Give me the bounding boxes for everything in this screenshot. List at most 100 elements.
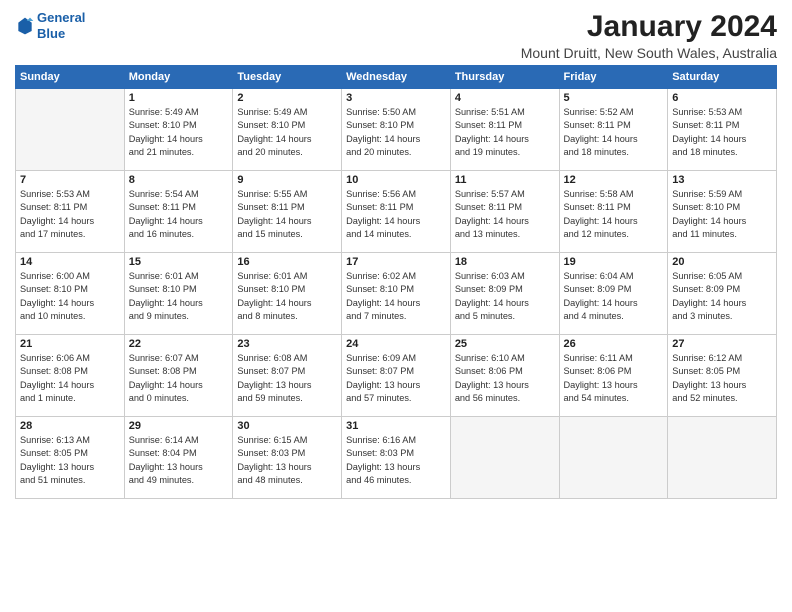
header-thursday: Thursday	[450, 66, 559, 89]
day-info: Sunrise: 6:10 AM Sunset: 8:06 PM Dayligh…	[455, 352, 555, 405]
day-number: 29	[129, 420, 229, 432]
day-cell: 27 Sunrise: 6:12 AM Sunset: 8:05 PM Dayli…	[668, 335, 777, 417]
day-info: Sunrise: 6:02 AM Sunset: 8:10 PM Dayligh…	[346, 270, 446, 323]
day-info: Sunrise: 6:07 AM Sunset: 8:08 PM Dayligh…	[129, 352, 229, 405]
day-info: Sunrise: 5:49 AM Sunset: 8:10 PM Dayligh…	[237, 106, 337, 159]
day-info: Sunrise: 6:16 AM Sunset: 8:03 PM Dayligh…	[346, 434, 446, 487]
day-cell	[668, 417, 777, 499]
header-row: Sunday Monday Tuesday Wednesday Thursday…	[16, 66, 777, 89]
day-info: Sunrise: 6:12 AM Sunset: 8:05 PM Dayligh…	[672, 352, 772, 405]
header-monday: Monday	[124, 66, 233, 89]
day-info: Sunrise: 5:51 AM Sunset: 8:11 PM Dayligh…	[455, 106, 555, 159]
logo-line1: General	[37, 10, 85, 25]
day-cell: 6Sunrise: 5:53 AM Sunset: 8:11 PM Daylig…	[668, 89, 777, 171]
day-number: 25	[455, 338, 555, 350]
week-row-1: 7 Sunrise: 5:53 AM Sunset: 8:11 PM Daylig…	[16, 171, 777, 253]
day-cell: 29Sunrise: 6:14 AM Sunset: 8:04 PM Dayli…	[124, 417, 233, 499]
day-number: 5	[564, 92, 664, 104]
header-friday: Friday	[559, 66, 668, 89]
header-sunday: Sunday	[16, 66, 125, 89]
day-info: Sunrise: 5:53 AM Sunset: 8:11 PM Dayligh…	[20, 188, 120, 241]
day-cell: 17 Sunrise: 6:02 AM Sunset: 8:10 PM Dayli…	[342, 253, 451, 335]
day-cell: 15Sunrise: 6:01 AM Sunset: 8:10 PM Dayli…	[124, 253, 233, 335]
day-number: 2	[237, 92, 337, 104]
day-info: Sunrise: 6:08 AM Sunset: 8:07 PM Dayligh…	[237, 352, 337, 405]
day-info: Sunrise: 5:55 AM Sunset: 8:11 PM Dayligh…	[237, 188, 337, 241]
header-tuesday: Tuesday	[233, 66, 342, 89]
page: General Blue January 2024 Mount Druitt, …	[0, 0, 792, 509]
day-number: 19	[564, 256, 664, 268]
logo: General Blue	[15, 10, 85, 41]
day-info: Sunrise: 6:09 AM Sunset: 8:07 PM Dayligh…	[346, 352, 446, 405]
day-number: 9	[237, 174, 337, 186]
day-number: 4	[455, 92, 555, 104]
day-cell: 4 Sunrise: 5:51 AM Sunset: 8:11 PM Daylig…	[450, 89, 559, 171]
day-info: Sunrise: 6:01 AM Sunset: 8:10 PM Dayligh…	[129, 270, 229, 323]
day-number: 16	[237, 256, 337, 268]
day-cell: 9 Sunrise: 5:55 AM Sunset: 8:11 PM Daylig…	[233, 171, 342, 253]
day-info: Sunrise: 6:11 AM Sunset: 8:06 PM Dayligh…	[564, 352, 664, 405]
day-number: 12	[564, 174, 664, 186]
day-cell: 11Sunrise: 5:57 AM Sunset: 8:11 PM Dayli…	[450, 171, 559, 253]
day-number: 20	[672, 256, 772, 268]
day-info: Sunrise: 5:52 AM Sunset: 8:11 PM Dayligh…	[564, 106, 664, 159]
logo-line2: Blue	[37, 26, 65, 41]
day-cell: 2 Sunrise: 5:49 AM Sunset: 8:10 PM Daylig…	[233, 89, 342, 171]
day-cell: 20 Sunrise: 6:05 AM Sunset: 8:09 PM Dayli…	[668, 253, 777, 335]
day-cell: 13Sunrise: 5:59 AM Sunset: 8:10 PM Dayli…	[668, 171, 777, 253]
day-cell	[559, 417, 668, 499]
day-number: 22	[129, 338, 229, 350]
day-info: Sunrise: 5:58 AM Sunset: 8:11 PM Dayligh…	[564, 188, 664, 241]
day-number: 18	[455, 256, 555, 268]
day-cell: 24 Sunrise: 6:09 AM Sunset: 8:07 PM Dayli…	[342, 335, 451, 417]
day-cell: 28Sunrise: 6:13 AM Sunset: 8:05 PM Dayli…	[16, 417, 125, 499]
day-cell: 26 Sunrise: 6:11 AM Sunset: 8:06 PM Dayli…	[559, 335, 668, 417]
day-info: Sunrise: 6:00 AM Sunset: 8:10 PM Dayligh…	[20, 270, 120, 323]
day-number: 8	[129, 174, 229, 186]
day-number: 14	[20, 256, 120, 268]
day-cell: 3Sunrise: 5:50 AM Sunset: 8:10 PM Daylig…	[342, 89, 451, 171]
day-number: 31	[346, 420, 446, 432]
header: General Blue January 2024 Mount Druitt, …	[15, 10, 777, 61]
day-cell: 21Sunrise: 6:06 AM Sunset: 8:08 PM Dayli…	[16, 335, 125, 417]
day-cell: 25 Sunrise: 6:10 AM Sunset: 8:06 PM Dayli…	[450, 335, 559, 417]
day-number: 1	[129, 92, 229, 104]
calendar-body: 1 Sunrise: 5:49 AM Sunset: 8:10 PM Daylig…	[16, 89, 777, 499]
day-cell: 16 Sunrise: 6:01 AM Sunset: 8:10 PM Dayli…	[233, 253, 342, 335]
day-number: 11	[455, 174, 555, 186]
day-cell: 12 Sunrise: 5:58 AM Sunset: 8:11 PM Dayli…	[559, 171, 668, 253]
day-cell: 19 Sunrise: 6:04 AM Sunset: 8:09 PM Dayli…	[559, 253, 668, 335]
calendar-title: January 2024	[521, 10, 777, 43]
day-number: 27	[672, 338, 772, 350]
day-cell: 10Sunrise: 5:56 AM Sunset: 8:11 PM Dayli…	[342, 171, 451, 253]
day-info: Sunrise: 5:56 AM Sunset: 8:11 PM Dayligh…	[346, 188, 446, 241]
day-cell: 7 Sunrise: 5:53 AM Sunset: 8:11 PM Daylig…	[16, 171, 125, 253]
day-info: Sunrise: 5:50 AM Sunset: 8:10 PM Dayligh…	[346, 106, 446, 159]
day-cell: 30Sunrise: 6:15 AM Sunset: 8:03 PM Dayli…	[233, 417, 342, 499]
day-cell: 31 Sunrise: 6:16 AM Sunset: 8:03 PM Dayli…	[342, 417, 451, 499]
day-cell: 18Sunrise: 6:03 AM Sunset: 8:09 PM Dayli…	[450, 253, 559, 335]
day-number: 17	[346, 256, 446, 268]
day-info: Sunrise: 6:06 AM Sunset: 8:08 PM Dayligh…	[20, 352, 120, 405]
day-info: Sunrise: 6:04 AM Sunset: 8:09 PM Dayligh…	[564, 270, 664, 323]
week-row-3: 21Sunrise: 6:06 AM Sunset: 8:08 PM Dayli…	[16, 335, 777, 417]
day-cell	[16, 89, 125, 171]
logo-text: General Blue	[37, 10, 85, 41]
title-block: January 2024 Mount Druitt, New South Wal…	[521, 10, 777, 61]
day-number: 23	[237, 338, 337, 350]
day-cell: 5 Sunrise: 5:52 AM Sunset: 8:11 PM Daylig…	[559, 89, 668, 171]
header-saturday: Saturday	[668, 66, 777, 89]
day-cell: 14 Sunrise: 6:00 AM Sunset: 8:10 PM Dayli…	[16, 253, 125, 335]
day-number: 13	[672, 174, 772, 186]
week-row-0: 1 Sunrise: 5:49 AM Sunset: 8:10 PM Daylig…	[16, 89, 777, 171]
day-info: Sunrise: 6:01 AM Sunset: 8:10 PM Dayligh…	[237, 270, 337, 323]
day-cell: 8 Sunrise: 5:54 AM Sunset: 8:11 PM Daylig…	[124, 171, 233, 253]
calendar-table: Sunday Monday Tuesday Wednesday Thursday…	[15, 65, 777, 499]
day-number: 7	[20, 174, 120, 186]
day-cell: 1Sunrise: 5:49 AM Sunset: 8:10 PM Daylig…	[124, 89, 233, 171]
day-info: Sunrise: 5:54 AM Sunset: 8:11 PM Dayligh…	[129, 188, 229, 241]
day-number: 26	[564, 338, 664, 350]
day-number: 30	[237, 420, 337, 432]
day-number: 24	[346, 338, 446, 350]
day-info: Sunrise: 6:05 AM Sunset: 8:09 PM Dayligh…	[672, 270, 772, 323]
